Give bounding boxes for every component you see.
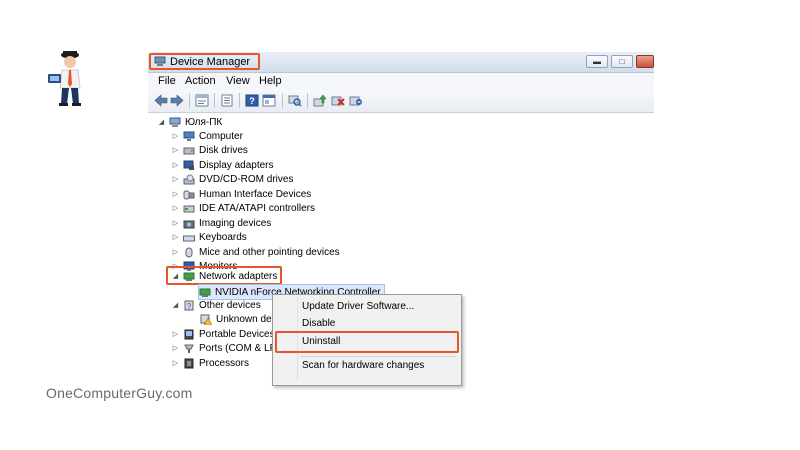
- tree-item-label: Mice and other pointing devices: [199, 246, 340, 258]
- collapse-arrow-icon[interactable]: ◢: [172, 272, 179, 280]
- close-button[interactable]: [636, 55, 654, 68]
- window-title: Device Manager: [170, 55, 251, 68]
- tree-item-label: Processors: [199, 357, 250, 369]
- tree-item-label: Other devices: [199, 299, 261, 311]
- other-devices-icon: ?: [184, 300, 194, 311]
- svg-text:?: ?: [187, 302, 192, 311]
- tree-item-label: Computer: [199, 130, 243, 142]
- expand-arrow-icon[interactable]: ▷: [172, 190, 179, 198]
- port-icon: [184, 344, 194, 353]
- expand-arrow-icon[interactable]: ▷: [172, 175, 179, 183]
- menu-item-scan-hardware[interactable]: Scan for hardware changes: [302, 360, 424, 371]
- show-hide-tree-icon[interactable]: [195, 94, 209, 107]
- tree-item-disk-drives[interactable]: ▷ Disk drives: [172, 143, 248, 157]
- properties-pane-icon[interactable]: [262, 94, 276, 107]
- tree-item-ide-controllers[interactable]: ▷ IDE ATA/ATAPI controllers: [172, 201, 315, 215]
- title-bar[interactable]: Device Manager ▬ □: [148, 52, 654, 73]
- tree-item-portable-devices[interactable]: ▷ Portable Devices: [172, 327, 275, 341]
- tree-item-label: Display adapters: [199, 159, 274, 171]
- tree-item-computer[interactable]: ▷ Computer: [172, 129, 243, 143]
- tree-item-mice[interactable]: ▷ Mice and other pointing devices: [172, 245, 340, 259]
- network-card-icon: [199, 288, 211, 297]
- back-icon[interactable]: [154, 94, 168, 107]
- tree-item-network-adapters[interactable]: ◢ Network adapters: [172, 269, 278, 283]
- tree-item-label: DVD/CD-ROM drives: [199, 173, 294, 185]
- display-adapter-icon: [183, 160, 194, 170]
- tree-item-label: Imaging devices: [199, 217, 272, 229]
- tree-item-label: IDE ATA/ATAPI controllers: [199, 202, 315, 214]
- computer-root-icon: [169, 117, 181, 127]
- toolbar-separator: [239, 93, 240, 108]
- scan-hardware-icon[interactable]: [288, 94, 302, 107]
- expand-arrow-icon[interactable]: ▷: [172, 219, 179, 227]
- tree-item-label: Keyboards: [199, 231, 247, 243]
- tree-item-label: Network adapters: [199, 270, 278, 282]
- toolbar-separator: [189, 93, 190, 108]
- maximize-button[interactable]: □: [611, 55, 633, 68]
- forward-icon[interactable]: [170, 94, 184, 107]
- ide-controller-icon: [183, 205, 195, 212]
- menu-action[interactable]: Action: [185, 75, 216, 87]
- expand-arrow-icon[interactable]: ▷: [172, 248, 179, 256]
- tree-item-label: Disk drives: [199, 144, 248, 156]
- device-manager-icon: [154, 56, 166, 66]
- expand-arrow-icon[interactable]: ▷: [172, 161, 179, 169]
- title-highlight: Device Manager: [149, 53, 261, 70]
- keyboard-icon: [183, 235, 195, 241]
- menu-view[interactable]: View: [226, 75, 250, 87]
- onecomputerguy-logo: [48, 51, 81, 106]
- hid-icon: [183, 190, 195, 199]
- mouse-icon: [185, 247, 193, 257]
- portable-device-icon: [184, 329, 194, 339]
- menu-item-uninstall[interactable]: Uninstall: [302, 336, 340, 347]
- network-adapter-icon: [183, 272, 195, 281]
- expand-arrow-icon[interactable]: ▷: [172, 132, 179, 140]
- tree-item-dvd-drives[interactable]: ▷ DVD/CD-ROM drives: [172, 172, 294, 186]
- properties-icon[interactable]: [220, 94, 234, 107]
- tree-item-ports[interactable]: ▷ Ports (COM & LPT): [172, 341, 286, 355]
- tree-item-hid[interactable]: ▷ Human Interface Devices: [172, 187, 311, 201]
- site-brand: OneComputerGuy.com: [46, 385, 193, 401]
- tree-item-display-adapters[interactable]: ▷ Display adapters: [172, 158, 274, 172]
- toolbar-separator: [307, 93, 308, 108]
- context-menu: Update Driver Software... Disable Uninst…: [272, 294, 462, 386]
- toolbar: ?: [148, 90, 654, 113]
- menu-bar: File Action View Help: [148, 73, 654, 90]
- collapse-arrow-icon[interactable]: ◢: [158, 118, 165, 126]
- expand-arrow-icon[interactable]: ▷: [172, 330, 179, 338]
- disk-drive-icon: [183, 147, 195, 154]
- expand-arrow-icon[interactable]: ▷: [172, 344, 179, 352]
- processor-icon: [184, 358, 194, 368]
- imaging-icon: [183, 220, 195, 228]
- tree-root[interactable]: ◢ Юля-ПК: [158, 115, 222, 129]
- expand-arrow-icon[interactable]: ▷: [172, 204, 179, 212]
- menu-item-update-driver[interactable]: Update Driver Software...: [302, 301, 414, 312]
- disable-device-icon[interactable]: [331, 94, 345, 107]
- update-driver-icon[interactable]: [313, 94, 327, 107]
- uninstall-device-icon[interactable]: [349, 94, 363, 107]
- minimize-button[interactable]: ▬: [586, 55, 608, 68]
- expand-arrow-icon[interactable]: ▷: [172, 233, 179, 241]
- svg-text:?: ?: [249, 96, 255, 106]
- toolbar-separator: [282, 93, 283, 108]
- menu-item-disable[interactable]: Disable: [302, 318, 335, 329]
- warning-device-icon: [200, 314, 212, 325]
- tree-item-other-devices[interactable]: ◢ ? Other devices: [172, 298, 261, 312]
- menu-help[interactable]: Help: [259, 75, 282, 87]
- menu-file[interactable]: File: [158, 75, 176, 87]
- tree-item-label: Human Interface Devices: [199, 188, 312, 200]
- tree-item-keyboards[interactable]: ▷ Keyboards: [172, 230, 247, 244]
- tree-item-imaging-devices[interactable]: ▷ Imaging devices: [172, 216, 271, 230]
- menu-separator: [301, 356, 456, 357]
- expand-arrow-icon[interactable]: ▷: [172, 359, 179, 367]
- tree-item-processors[interactable]: ▷ Processors: [172, 356, 249, 370]
- tree-root-label: Юля-ПК: [185, 116, 223, 128]
- expand-arrow-icon[interactable]: ▷: [172, 146, 179, 154]
- help-icon[interactable]: ?: [245, 94, 259, 107]
- toolbar-separator: [214, 93, 215, 108]
- collapse-arrow-icon[interactable]: ◢: [172, 301, 179, 309]
- tree-item-label: Portable Devices: [199, 328, 275, 340]
- computer-icon: [183, 131, 195, 141]
- dvd-drive-icon: [183, 174, 195, 184]
